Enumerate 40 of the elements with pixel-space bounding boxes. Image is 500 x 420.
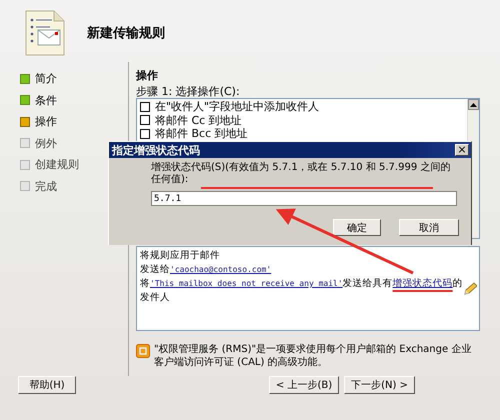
rule-link[interactable]: 'caochao@contoso.com' <box>170 265 272 274</box>
action-item[interactable]: 在"收件人"字段地址中添加收件人 <box>140 100 464 114</box>
status-code-field[interactable]: 5.7.1 <box>151 191 457 206</box>
step-label: 条件 <box>35 92 57 108</box>
rule-text: 发件人 <box>140 292 170 303</box>
back-button[interactable]: < 上一步(B) <box>268 376 340 394</box>
action-item[interactable]: 将邮件 Bcc 到地址 <box>140 127 464 140</box>
document-mail-icon <box>25 10 65 56</box>
close-button[interactable]: × <box>455 144 469 156</box>
checkbox[interactable] <box>140 128 150 139</box>
section-heading: 操作 <box>136 68 159 84</box>
checkbox[interactable] <box>140 115 150 126</box>
help-button[interactable]: 帮助(H) <box>18 376 76 394</box>
rule-text: 将规则应用于邮件 <box>140 250 220 261</box>
step-label: 简介 <box>35 71 57 86</box>
info-text: "权限管理服务 (RMS)"是一项要求使用每个用户邮箱的 Exchange 企业客户端访问许可证 (CAL) 的高级功能。 <box>154 343 472 369</box>
step-label: 步骤 1: 选择操作(C): <box>136 84 241 98</box>
ok-button[interactable]: 确定 <box>333 219 381 236</box>
dialog-title: 指定增强状态代码 <box>112 142 200 158</box>
rule-text: 的 <box>452 278 463 289</box>
wizard-title: 新建传输规则 <box>87 24 165 42</box>
step-label: 完成 <box>35 178 57 194</box>
action-item[interactable]: 将邮件 Cc 到地址 <box>140 114 464 127</box>
rule-link[interactable]: 增强状态代码 <box>392 278 453 289</box>
up-arrow-icon <box>470 102 477 106</box>
rule-text: 将 <box>140 278 150 289</box>
scroll-up-button[interactable] <box>468 99 479 110</box>
rule-text: 发送给 <box>140 264 170 275</box>
step-label: 例外 <box>35 136 57 151</box>
pencil-icon <box>463 282 477 296</box>
checkbox[interactable] <box>140 102 150 112</box>
annotation-underline <box>392 290 453 292</box>
rule-link[interactable]: 'This mailbox does not receive any mail' <box>150 279 343 288</box>
cancel-button[interactable]: 取消 <box>399 219 459 236</box>
field-label: 增强状态代码(S)(有效值为 5.7.1，或在 5.7.10 和 5.7.999 之间的任何值): <box>151 162 452 186</box>
step-label: 操作 <box>35 114 57 130</box>
step-label: 创建规则 <box>35 157 79 172</box>
next-button[interactable]: 下一步(N) > <box>344 376 415 394</box>
info-icon <box>136 344 150 358</box>
rule-text: 发送给具有 <box>342 278 393 289</box>
